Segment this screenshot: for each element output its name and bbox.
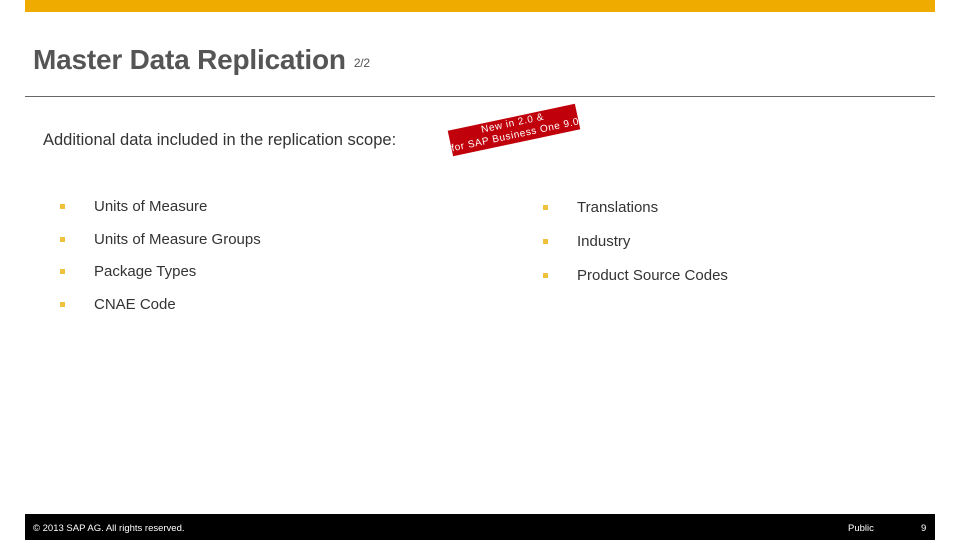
classification-label: Public (848, 523, 874, 534)
list-item-label: Product Source Codes (577, 267, 728, 284)
copyright-text: © 2013 SAP AG. All rights reserved. (33, 523, 185, 534)
accent-top-bar (25, 0, 935, 12)
new-feature-banner: New in 2.0 & for SAP Business One 9.0 (447, 103, 581, 157)
footer-bar: © 2013 SAP AG. All rights reserved. Publ… (25, 514, 935, 540)
page-title-text: Master Data Replication (33, 44, 346, 75)
bullet-icon (60, 236, 65, 242)
bullet-icon (543, 205, 548, 210)
subtitle: Additional data included in the replicat… (43, 131, 397, 149)
list-item-label: Units of Measure Groups (94, 230, 261, 248)
bullet-icon (543, 273, 548, 278)
page-counter: 2/2 (353, 56, 370, 70)
list-item-label: Package Types (94, 263, 197, 280)
bullet-icon (543, 239, 548, 244)
bullet-icon (60, 269, 65, 274)
title-divider (25, 96, 935, 97)
list-item-label: Translations (577, 199, 659, 216)
page-title: Master Data Replication 2/2 (33, 44, 370, 76)
list-item-label: Industry (577, 233, 631, 250)
bullet-icon (60, 204, 65, 209)
page-number: 9 (921, 523, 927, 534)
list-item-label: CNAE Code (94, 295, 176, 313)
list-item-label: Units of Measure (94, 198, 208, 215)
bullet-icon (60, 301, 65, 307)
